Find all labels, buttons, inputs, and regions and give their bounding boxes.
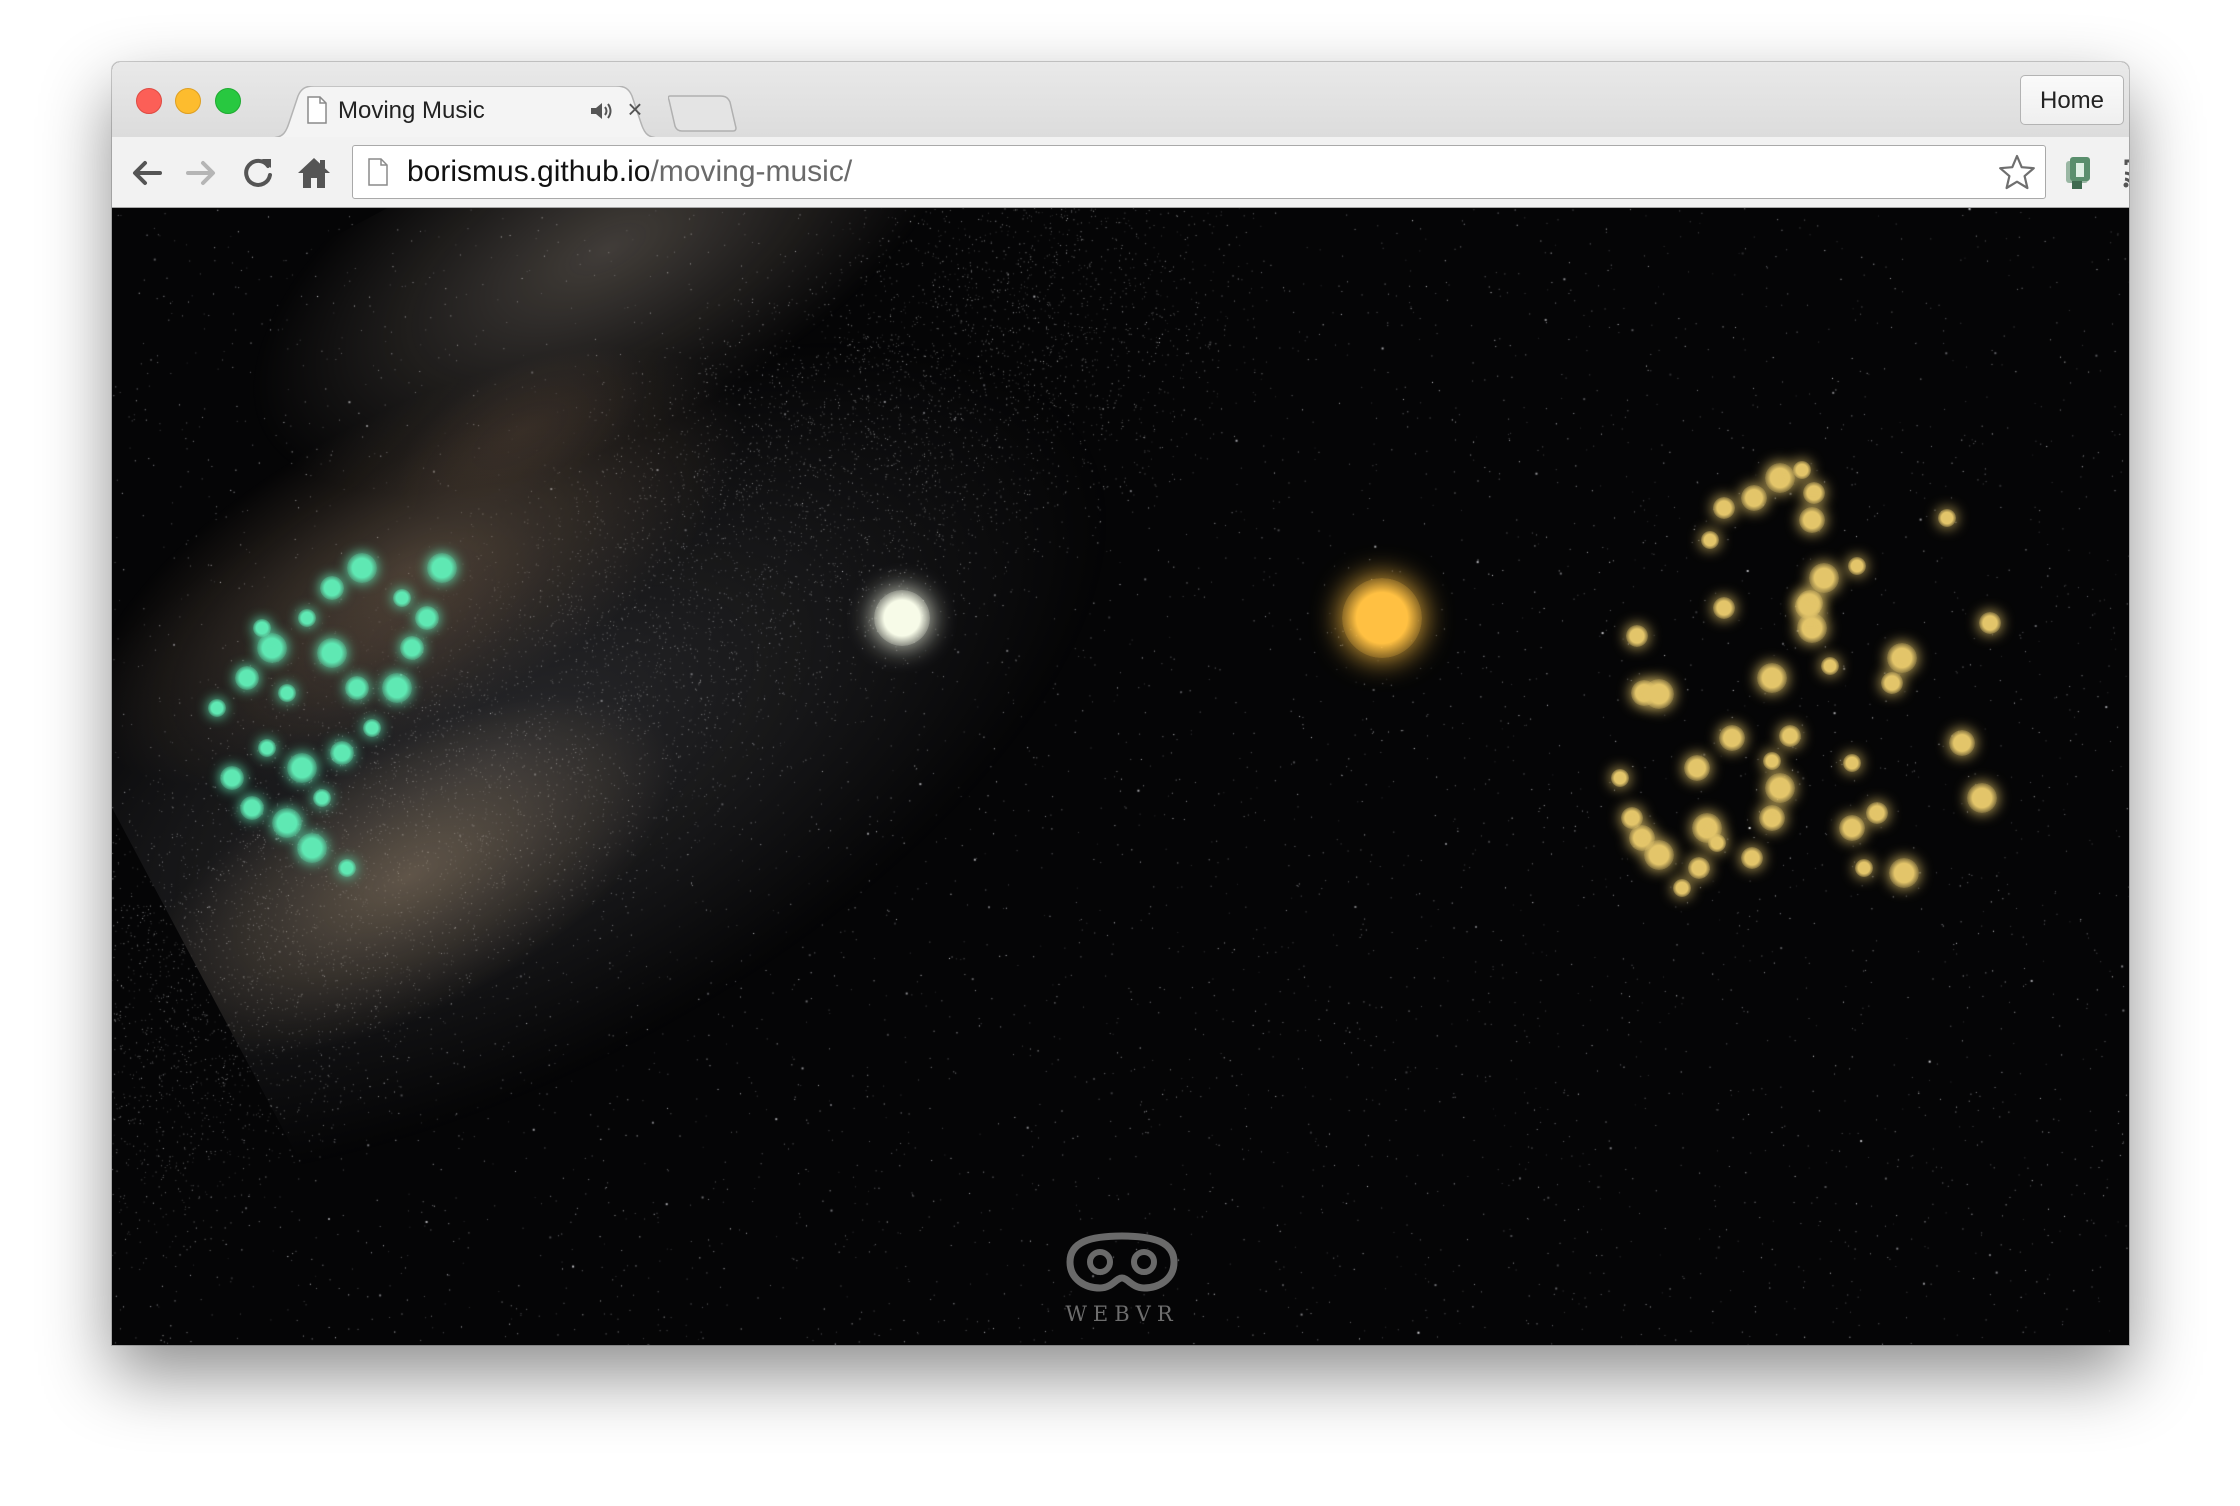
vr-goggles-icon (1066, 1232, 1178, 1292)
gold-particle (1803, 482, 1825, 504)
green-particle (347, 553, 377, 583)
page-icon (307, 96, 327, 124)
gold-particle (1644, 840, 1674, 870)
gold-particle (1809, 563, 1839, 593)
zoom-window-button[interactable] (215, 88, 241, 114)
gold-particle (1848, 557, 1866, 575)
gold-particle (1688, 857, 1710, 879)
green-particle (208, 699, 226, 717)
url-path: /moving-music/ (650, 155, 853, 188)
green-particle (257, 633, 287, 663)
gold-particle (1821, 657, 1839, 675)
white-orb (874, 590, 930, 646)
extension-icon[interactable] (2058, 153, 2098, 193)
green-particle (345, 676, 369, 700)
gold-particle (1741, 847, 1763, 869)
gold-particle (1626, 625, 1648, 647)
profile-button[interactable]: Home (2020, 75, 2124, 125)
green-particle (320, 576, 344, 600)
cast-icon[interactable] (2120, 153, 2129, 193)
gold-particle (1797, 613, 1827, 643)
close-window-button[interactable] (136, 88, 162, 114)
green-particle (313, 789, 331, 807)
green-particle (330, 741, 354, 765)
arrow-left-icon[interactable] (126, 153, 166, 193)
gold-particle (1979, 612, 2001, 634)
gold-particle (1765, 463, 1795, 493)
green-particle (272, 808, 302, 838)
gold-particle (1713, 597, 1735, 619)
orange-orb (1342, 578, 1422, 658)
gold-particle (1713, 497, 1735, 519)
gold-particle (1793, 461, 1811, 479)
webvr-logo[interactable]: WEBVR (1060, 1228, 1184, 1328)
gold-particle (1887, 643, 1917, 673)
green-particle (400, 636, 424, 660)
gold-particle (1797, 590, 1823, 616)
webvr-scene[interactable]: WEBVR (112, 208, 2129, 1345)
gold-particle (1765, 773, 1795, 803)
gold-particle (1719, 725, 1745, 751)
gold-particle (1799, 507, 1825, 533)
audio-playing-icon[interactable] (588, 100, 614, 122)
gold-particle (1741, 485, 1767, 511)
gold-particle (1611, 769, 1629, 787)
gold-particle (1759, 805, 1785, 831)
gold-particle (1701, 531, 1719, 549)
gold-particle (1763, 752, 1781, 770)
gold-particle (1779, 725, 1801, 747)
url-host: borismus.github.io (407, 155, 651, 188)
browser-window: Moving Music × Home borismus.github.io/m… (112, 62, 2129, 1345)
tab-strip: Moving Music × Home (112, 62, 2129, 138)
gold-particle (1839, 815, 1865, 841)
green-particle (382, 673, 412, 703)
gold-particle (1866, 802, 1888, 824)
gold-particle (1855, 859, 1873, 877)
green-particle (220, 766, 244, 790)
green-particle (317, 638, 347, 668)
minimize-window-button[interactable] (175, 88, 201, 114)
gold-particle (1967, 783, 1997, 813)
home-icon[interactable] (294, 153, 334, 193)
green-particle (278, 684, 296, 702)
tab-close-button[interactable]: × (622, 94, 648, 124)
green-particle (298, 609, 316, 627)
gold-particle (1673, 879, 1691, 897)
url-text[interactable]: borismus.github.io/moving-music/ (407, 155, 852, 189)
green-particle (338, 859, 356, 877)
gold-particle (1938, 509, 1956, 527)
green-particle (427, 553, 457, 583)
webvr-label: WEBVR (1065, 1302, 1179, 1326)
new-tab-button[interactable] (668, 94, 738, 132)
green-particle (393, 589, 411, 607)
gold-particle (1843, 754, 1861, 772)
gold-particle (1949, 730, 1975, 756)
green-particle (297, 833, 327, 863)
reload-icon[interactable] (238, 153, 278, 193)
gold-particle (1881, 672, 1903, 694)
gold-particle (1684, 755, 1710, 781)
green-particle (363, 719, 381, 737)
gold-particle (1644, 679, 1674, 709)
green-particle (415, 606, 439, 630)
arrow-right-icon[interactable] (182, 153, 222, 193)
green-particle (258, 739, 276, 757)
gold-particle (1708, 834, 1726, 852)
green-particle (235, 666, 259, 690)
tab-title: Moving Music (338, 97, 485, 124)
page-info-icon[interactable] (367, 158, 389, 186)
green-particle (240, 796, 264, 820)
browser-toolbar: borismus.github.io/moving-music/ (112, 137, 2129, 208)
green-particle (253, 619, 271, 637)
gold-particle (1757, 663, 1787, 693)
green-particle (287, 753, 317, 783)
address-bar[interactable]: borismus.github.io/moving-music/ (352, 145, 2046, 199)
star-icon[interactable] (1997, 153, 2037, 191)
tab-moving-music[interactable]: Moving Music × (270, 86, 660, 138)
gold-particle (1889, 858, 1919, 888)
